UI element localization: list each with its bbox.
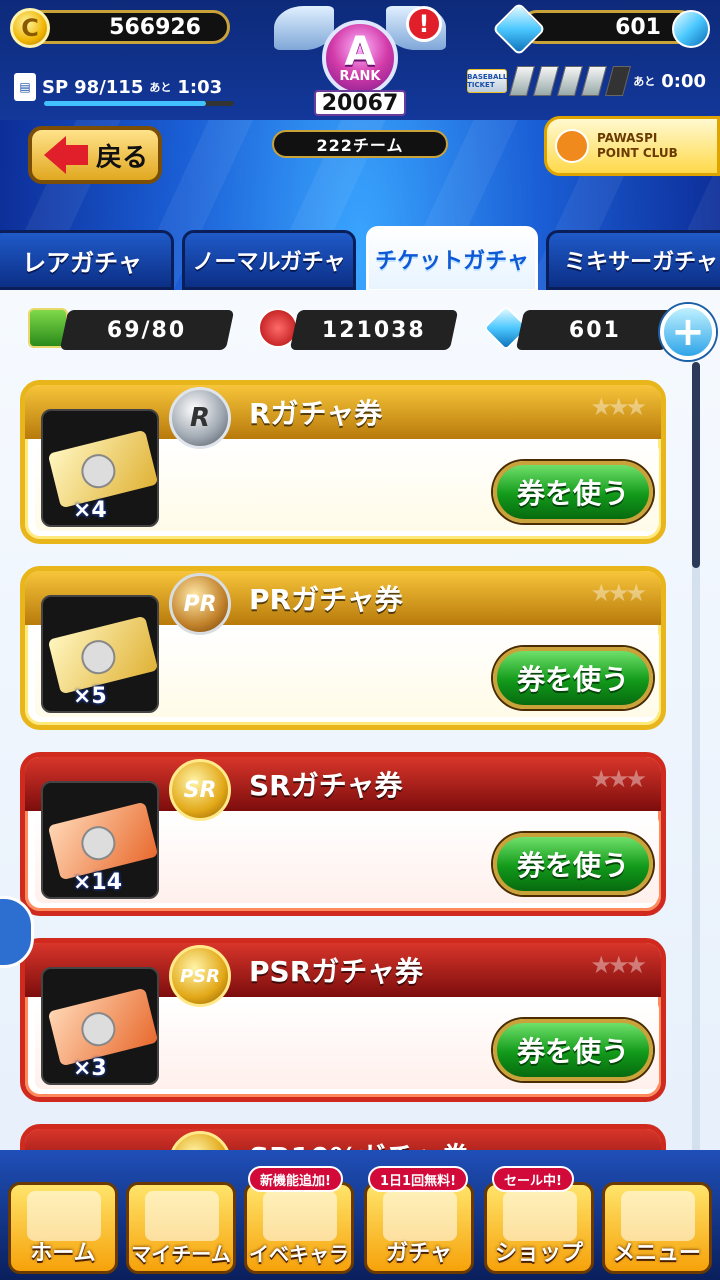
ticket-count-value: 69/80 xyxy=(107,317,187,343)
sp-value: 98/115 xyxy=(74,76,144,98)
coin-counter: 566926 xyxy=(22,10,230,44)
sp-label: SP xyxy=(42,76,69,98)
nav-event-chara-label: イベキャラ xyxy=(249,1242,349,1266)
team-icon xyxy=(145,1191,219,1241)
nav-menu[interactable]: メニュー xyxy=(602,1182,712,1274)
point-club-button[interactable]: PAWASPI POINT CLUB xyxy=(544,116,720,176)
coin-count: 566926 xyxy=(109,14,201,40)
team-name: 222チーム xyxy=(272,130,448,158)
back-arrow-icon xyxy=(44,136,88,174)
ticket-slot xyxy=(581,66,608,96)
sp-after: あと xyxy=(149,81,172,94)
tab-normal-gacha[interactable]: ノーマルガチャ xyxy=(182,230,356,290)
stars-decoration-icon: ★★★ xyxy=(590,393,647,421)
gacha-ticket-card: PSRガチャ券 ★★★ ×3 PSR 券を使う xyxy=(20,938,666,1102)
bottom-nav: ホーム マイチーム イベキャラ 新機能追加! ガチャ 1日1回無料! ショップ … xyxy=(0,1150,720,1280)
rarity-medal: SR xyxy=(169,759,231,821)
ticket-panel: 69/80 121038 601 + Rガチャ券 ★★★ ×4 R 券を使う P… xyxy=(0,290,720,1160)
back-label: 戻る xyxy=(96,142,149,173)
scrollbar[interactable] xyxy=(692,362,700,1160)
baseball-ticket-icon: BASEBALL TICKET xyxy=(467,69,507,93)
gem-orb-icon[interactable] xyxy=(672,10,710,48)
scrollbar-thumb[interactable] xyxy=(692,362,700,568)
use-ticket-button[interactable]: 券を使う xyxy=(493,1019,653,1081)
sp-meter: ▤ SP 98/115 あと 1:03 xyxy=(14,68,238,106)
ticket-thumbnail: ×3 xyxy=(41,967,159,1085)
rank-badge: A RANK xyxy=(322,20,398,96)
free-daily-tag: 1日1回無料! xyxy=(368,1166,469,1192)
gacha-ticket-card: SRガチャ券 ★★★ ×14 SR 券を使う xyxy=(20,752,666,916)
rank-score: 20067 xyxy=(314,90,406,116)
rarity-medal: R xyxy=(169,387,231,449)
gem-count-value: 601 xyxy=(569,317,621,343)
ticket-slot xyxy=(509,66,536,96)
gacha-ticket-card: Rガチャ券 ★★★ ×4 R 券を使う xyxy=(20,380,666,544)
nav-my-team[interactable]: マイチーム xyxy=(126,1182,236,1274)
sp-fill xyxy=(44,101,206,106)
ticket-after: あと xyxy=(633,75,656,88)
sp-card-icon: ▤ xyxy=(14,73,36,101)
ticket-slot xyxy=(533,66,560,96)
ticket-slot xyxy=(605,66,632,96)
ticket-time: 0:00 xyxy=(661,70,706,92)
stars-decoration-icon: ★★★ xyxy=(590,579,647,607)
gem-counter: 601 xyxy=(520,10,696,44)
shop-icon xyxy=(503,1191,577,1241)
use-ticket-button[interactable]: 券を使う xyxy=(493,647,653,709)
nav-shop[interactable]: ショップ xyxy=(484,1182,594,1274)
club-mascot-icon xyxy=(555,129,589,163)
ticket-meter: BASEBALL TICKET あと 0:00 xyxy=(467,66,706,96)
gacha-ticket-card: PRガチャ券 ★★★ ×5 PR 券を使う xyxy=(20,566,666,730)
coin-icon: C xyxy=(10,8,50,48)
ticket-thumbnail: ×14 xyxy=(41,781,159,899)
nav-gacha[interactable]: ガチャ xyxy=(364,1182,474,1274)
ticket-quantity: ×5 xyxy=(73,684,107,709)
ticket-quantity: ×3 xyxy=(73,1056,107,1081)
rank-emblem[interactable]: A RANK 20067 ! xyxy=(274,0,446,128)
ticket-count: 69/80 xyxy=(59,310,235,350)
home-icon xyxy=(27,1191,101,1241)
sp-bar xyxy=(44,101,234,106)
ticket-icon xyxy=(47,987,159,1067)
menu-icon xyxy=(621,1191,695,1241)
rank-letter: A xyxy=(344,28,376,75)
alert-icon[interactable]: ! xyxy=(406,6,442,42)
ticket-quantity: ×14 xyxy=(73,870,123,895)
gacha-icon xyxy=(383,1191,457,1241)
stars-decoration-icon: ★★★ xyxy=(590,765,647,793)
club-line1: PAWASPI xyxy=(597,131,658,145)
rank-word: RANK xyxy=(339,68,381,84)
rarity-medal: PSR xyxy=(169,945,231,1007)
club-line2: POINT CLUB xyxy=(597,146,678,160)
new-feature-tag: 新機能追加! xyxy=(248,1166,343,1192)
rarity-medal: PR xyxy=(169,573,231,635)
gacha-tabs: レアガチャ ノーマルガチャ チケットガチャ ミキサーガチャ xyxy=(0,226,720,292)
ticket-icon xyxy=(47,615,159,695)
stars-decoration-icon: ★★★ xyxy=(590,951,647,979)
nav-my-team-label: マイチーム xyxy=(131,1242,231,1266)
sale-tag: セール中! xyxy=(492,1166,574,1192)
gem-count-bar: 601 xyxy=(515,310,675,350)
back-button[interactable]: 戻る xyxy=(28,126,162,184)
ticket-thumbnail: ×5 xyxy=(41,595,159,713)
sp-time: 1:03 xyxy=(177,76,223,98)
use-ticket-button[interactable]: 券を使う xyxy=(493,833,653,895)
red-coin-count: 121038 xyxy=(289,310,459,350)
use-ticket-button[interactable]: 券を使う xyxy=(493,461,653,523)
gem-count: 601 xyxy=(615,14,661,40)
tab-mixer-gacha[interactable]: ミキサーガチャ xyxy=(546,230,720,290)
event-chara-icon xyxy=(263,1191,337,1241)
tab-rare-gacha[interactable]: レアガチャ xyxy=(0,230,174,290)
ticket-icon xyxy=(47,429,159,509)
ticket-slot xyxy=(557,66,584,96)
nav-event-chara[interactable]: イベキャラ xyxy=(244,1182,354,1274)
add-gems-button[interactable]: + xyxy=(660,304,716,360)
ticket-thumbnail: ×4 xyxy=(41,409,159,527)
red-coin-value: 121038 xyxy=(322,317,426,343)
ticket-quantity: ×4 xyxy=(73,498,107,523)
ticket-icon xyxy=(47,801,159,881)
tab-ticket-gacha[interactable]: チケットガチャ xyxy=(366,226,538,292)
nav-home[interactable]: ホーム xyxy=(8,1182,118,1274)
